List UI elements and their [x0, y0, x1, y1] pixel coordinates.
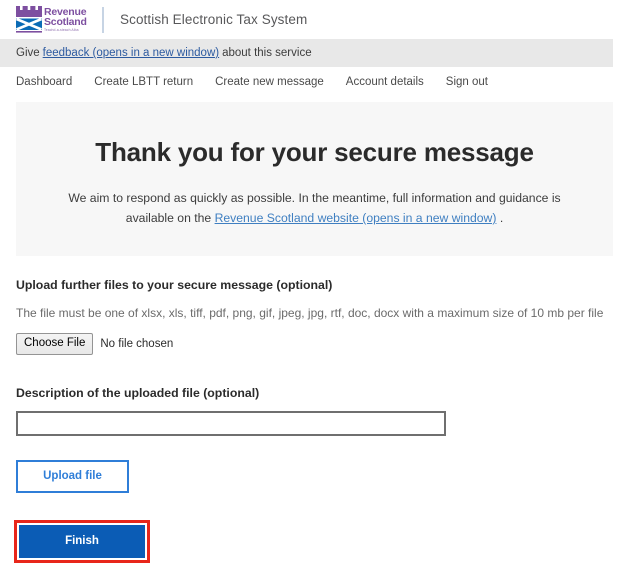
logo-line-3: Teachd-a-steach Alba	[44, 27, 79, 32]
description-label: Description of the uploaded file (option…	[16, 385, 260, 400]
feedback-link[interactable]: feedback (opens in a new window)	[43, 47, 219, 59]
page-title: Scottish Electronic Tax System	[120, 12, 308, 27]
nav-item-dashboard[interactable]: Dashboard	[16, 76, 72, 88]
site-header: Revenue Scotland Teachd-a-steach Alba Sc…	[0, 0, 628, 39]
feedback-prefix: Give	[16, 47, 40, 59]
upload-form: Upload further files to your secure mess…	[0, 278, 628, 563]
logo-line-2: Scotland	[44, 16, 87, 29]
file-input-row[interactable]: Choose File No file chosen	[16, 333, 628, 355]
confirmation-heading: Thank you for your secure message	[95, 137, 534, 167]
revenue-scotland-website-link[interactable]: Revenue Scotland website (opens in a new…	[215, 211, 497, 225]
nav-item-sign-out[interactable]: Sign out	[446, 76, 488, 88]
nav-item-create-lbtt-return[interactable]: Create LBTT return	[94, 76, 193, 88]
upload-file-button[interactable]: Upload file	[16, 459, 129, 493]
revenue-scotland-logo[interactable]: Revenue Scotland Teachd-a-steach Alba	[16, 5, 88, 35]
logo-wordmark: Revenue Scotland Teachd-a-steach Alba	[44, 7, 87, 32]
feedback-suffix: about this service	[222, 47, 312, 59]
upload-files-label: Upload further files to your secure mess…	[16, 278, 333, 293]
choose-file-button[interactable]: Choose File	[16, 333, 94, 355]
file-chosen-status: No file chosen	[100, 337, 174, 350]
description-input[interactable]	[16, 410, 446, 436]
confirmation-body: We aim to respond as quickly as possible…	[52, 188, 577, 228]
finish-button[interactable]: Finish	[19, 524, 145, 558]
upload-files-hint: The file must be one of xlsx, xls, tiff,…	[16, 306, 604, 321]
feedback-bar: Give feedback (opens in a new window) ab…	[0, 39, 613, 67]
revenue-scotland-logo-icon	[16, 6, 42, 33]
confirmation-body-suffix: .	[499, 211, 504, 226]
main-navigation: Dashboard Create LBTT return Create new …	[0, 67, 628, 97]
finish-button-highlight: Finish	[14, 519, 150, 563]
nav-item-account-details[interactable]: Account details	[346, 76, 424, 88]
nav-item-create-new-message[interactable]: Create new message	[215, 76, 324, 88]
confirmation-panel: Thank you for your secure message We aim…	[16, 102, 613, 257]
header-divider	[102, 6, 104, 33]
